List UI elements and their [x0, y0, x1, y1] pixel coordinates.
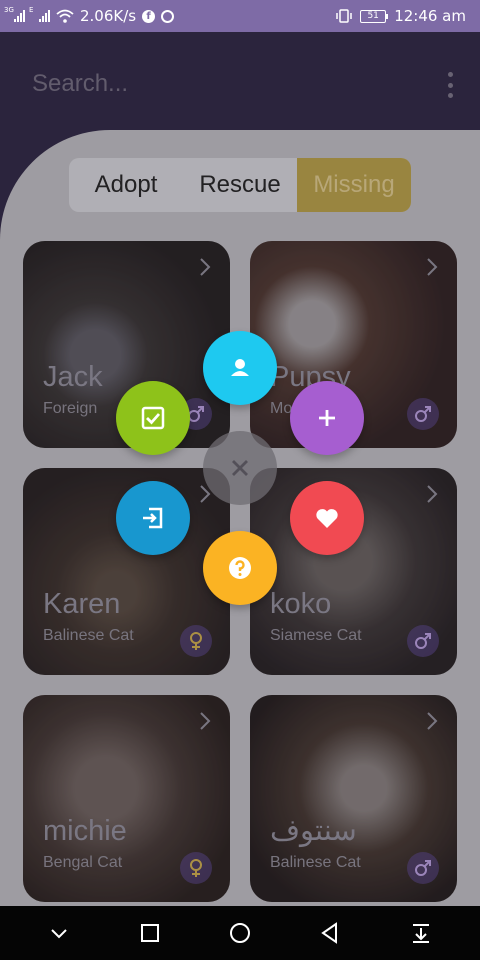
checklist-fab[interactable]	[116, 381, 190, 455]
signal-tag: 3G	[4, 6, 14, 14]
add-fab[interactable]	[290, 381, 364, 455]
notification-pull-icon[interactable]	[409, 921, 433, 945]
net-speed: 2.06K/s	[80, 7, 137, 25]
signal-icon: 3G	[4, 6, 25, 22]
logout-fab[interactable]	[116, 481, 190, 555]
status-bar: 3G E 2.06K/s f 51 12:46 am	[0, 0, 480, 32]
signal-icon: E	[29, 6, 50, 22]
facebook-icon: f	[142, 9, 156, 23]
status-right: 51 12:46 am	[336, 7, 466, 25]
help-icon	[229, 557, 251, 579]
home-circle-icon[interactable]	[228, 921, 252, 945]
person-icon	[231, 359, 249, 376]
vibrate-icon	[336, 9, 352, 23]
close-icon	[232, 460, 248, 476]
signal-tag: E	[29, 6, 34, 14]
battery-icon: 51	[360, 9, 389, 23]
back-triangle-icon[interactable]	[318, 921, 342, 945]
status-left: 3G E 2.06K/s f	[4, 6, 175, 25]
heart-icon	[316, 509, 338, 528]
clock: 12:46 am	[394, 7, 466, 25]
favorites-fab[interactable]	[290, 481, 364, 555]
recents-square-icon[interactable]	[138, 921, 162, 945]
chevron-down-icon[interactable]	[47, 921, 71, 945]
wifi-icon	[56, 9, 74, 23]
add-icon	[319, 410, 335, 426]
close-menu-fab[interactable]	[203, 431, 277, 505]
help-fab[interactable]	[203, 531, 277, 605]
profile-fab[interactable]	[203, 331, 277, 405]
checkbox-icon	[141, 406, 165, 430]
whatsapp-icon	[161, 9, 175, 23]
exit-to-app-icon	[143, 507, 163, 529]
system-nav-bar	[0, 906, 480, 960]
